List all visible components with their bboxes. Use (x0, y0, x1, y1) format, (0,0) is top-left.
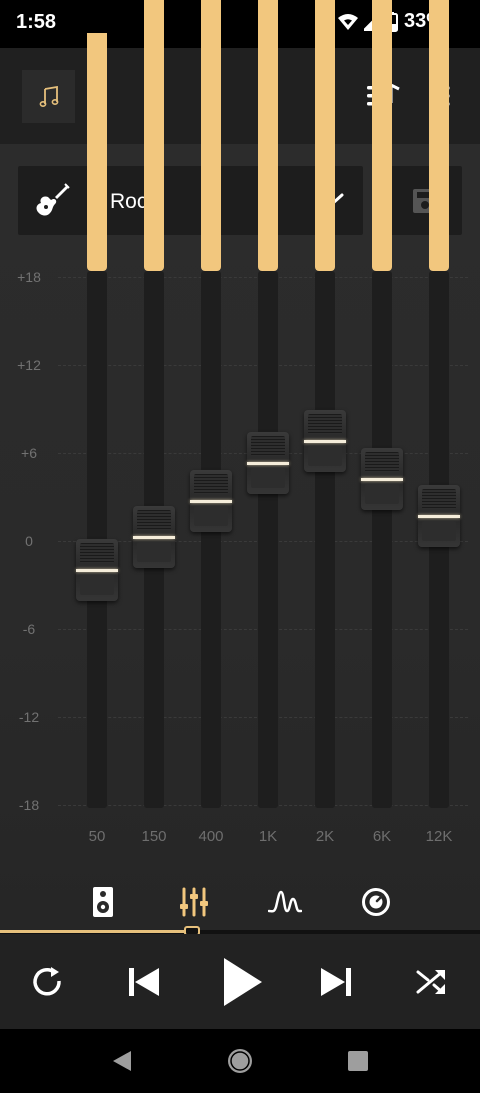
eq-track (372, 271, 392, 808)
speaker-icon (93, 887, 113, 917)
freq-label: 50 (88, 828, 106, 845)
shuffle-button[interactable] (412, 962, 452, 1002)
db-label: -18 (18, 797, 40, 813)
freq-label: 6K (372, 828, 392, 845)
tab-volume-dial[interactable] (354, 880, 398, 924)
player-controls (0, 934, 480, 1029)
shuffle-icon (416, 970, 445, 994)
eq-slider-knob[interactable] (247, 432, 289, 495)
progress-fill (0, 930, 192, 933)
freq-label: 2K (315, 828, 335, 845)
eq-slider-knob[interactable] (418, 485, 460, 548)
system-nav-bar (0, 1029, 480, 1093)
eq-fill (201, 0, 221, 271)
app-bar (0, 48, 480, 144)
play-icon (224, 958, 262, 1006)
music-library-button[interactable] (22, 70, 75, 123)
waveform-icon (268, 890, 302, 913)
back-icon (113, 1051, 131, 1071)
tab-waveform[interactable] (263, 880, 307, 924)
recents-icon (348, 1051, 368, 1071)
db-label: +12 (17, 357, 41, 373)
eq-track (315, 271, 335, 808)
eq-slider-knob[interactable] (76, 539, 118, 602)
eq-fill (429, 0, 449, 271)
eq-slider-knob[interactable] (304, 410, 346, 473)
eq-track (258, 271, 278, 808)
preset-selector[interactable]: Rock (18, 166, 363, 235)
save-preset-button[interactable] (387, 166, 462, 235)
db-label: -12 (18, 709, 40, 725)
tab-equalizer[interactable] (172, 880, 216, 924)
eq-fill (372, 0, 392, 271)
db-label: +18 (17, 269, 41, 285)
freq-label: 400 (198, 828, 224, 845)
equalizer-sliders-icon (180, 887, 208, 917)
eq-fill (87, 33, 107, 271)
freq-label: 150 (141, 828, 167, 845)
db-label: 0 (25, 533, 33, 549)
previous-button[interactable] (124, 962, 164, 1002)
equalizer-panel: Rock +18 +12 +6 0 -6 -12 -18 50 150 400 … (0, 0, 480, 930)
eq-slider-knob[interactable] (190, 470, 232, 533)
eq-slider-knob[interactable] (133, 505, 175, 568)
db-label: +6 (21, 445, 37, 461)
eq-slider-knob[interactable] (361, 448, 403, 511)
skip-previous-icon (129, 968, 159, 996)
freq-label: 1K (258, 828, 278, 845)
eq-fill (315, 0, 335, 271)
eq-fill (258, 0, 278, 271)
wifi-icon (337, 13, 358, 30)
guitar-icon (36, 183, 70, 216)
play-button[interactable] (214, 952, 270, 1012)
eq-fill (144, 0, 164, 271)
eq-track (201, 271, 221, 808)
home-icon (228, 1049, 252, 1073)
music-note-icon (39, 85, 58, 107)
freq-label: 12K (425, 828, 453, 845)
repeat-button[interactable] (28, 962, 68, 1002)
nav-home-button[interactable] (226, 1047, 254, 1075)
status-bar: 1:58 33% (0, 0, 480, 48)
next-button[interactable] (316, 962, 356, 1002)
effect-tabs (0, 874, 480, 930)
tab-speaker[interactable] (81, 880, 125, 924)
nav-back-button[interactable] (108, 1047, 136, 1075)
db-label: -6 (22, 621, 36, 637)
skip-next-icon (321, 968, 351, 996)
volume-dial-icon (362, 888, 390, 916)
repeat-icon (33, 967, 61, 996)
nav-recents-button[interactable] (344, 1047, 372, 1075)
status-time: 1:58 (16, 11, 57, 33)
